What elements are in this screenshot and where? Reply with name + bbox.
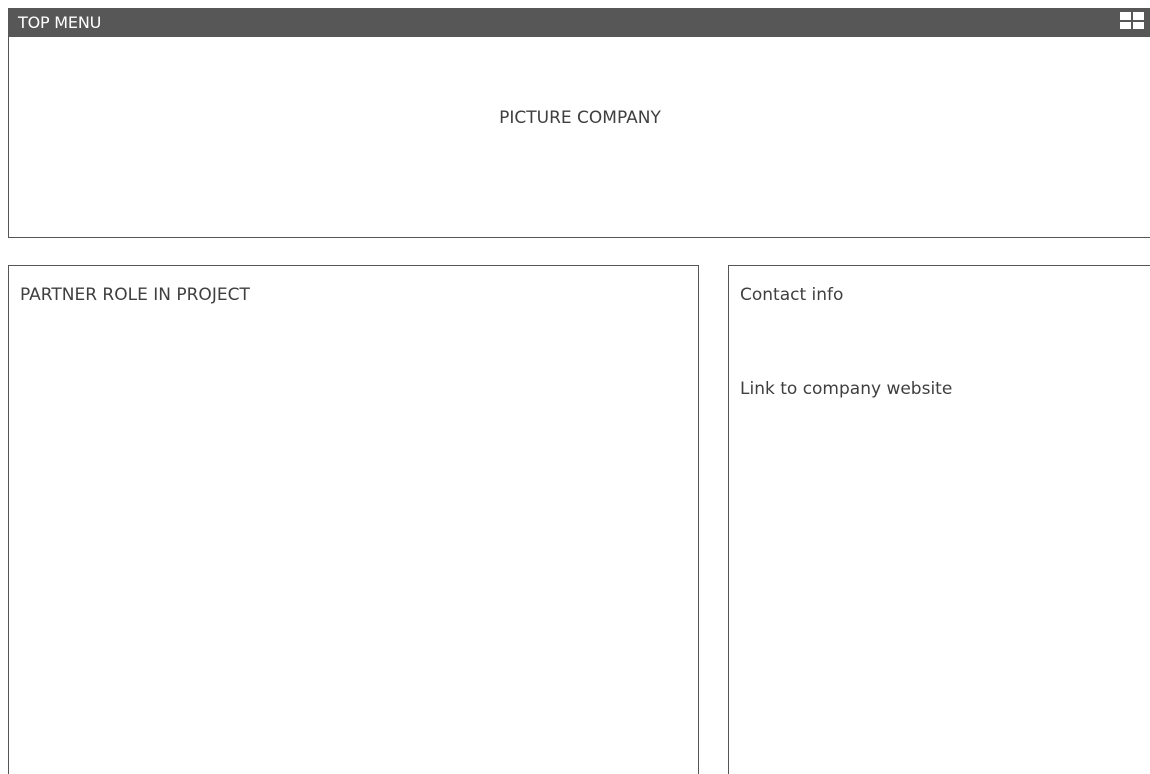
grid-cell bbox=[1120, 12, 1131, 20]
top-menu-bar: TOP MENU bbox=[8, 8, 1150, 37]
partner-role-panel: PARTNER ROLE IN PROJECT bbox=[8, 265, 699, 774]
company-picture-placeholder: PICTURE COMPANY bbox=[8, 36, 1150, 238]
grid-cell bbox=[1120, 21, 1131, 29]
top-menu-label[interactable]: TOP MENU bbox=[18, 13, 101, 33]
company-picture-label: PICTURE COMPANY bbox=[499, 108, 661, 128]
grid-menu-icon[interactable] bbox=[1120, 12, 1144, 29]
contact-info-panel: Contact info Link to company website bbox=[728, 265, 1150, 774]
contact-info-title: Contact info bbox=[740, 285, 844, 305]
partner-role-title: PARTNER ROLE IN PROJECT bbox=[20, 285, 250, 305]
grid-cell bbox=[1133, 21, 1144, 29]
grid-cell bbox=[1133, 12, 1144, 20]
company-website-link[interactable]: Link to company website bbox=[740, 378, 952, 400]
